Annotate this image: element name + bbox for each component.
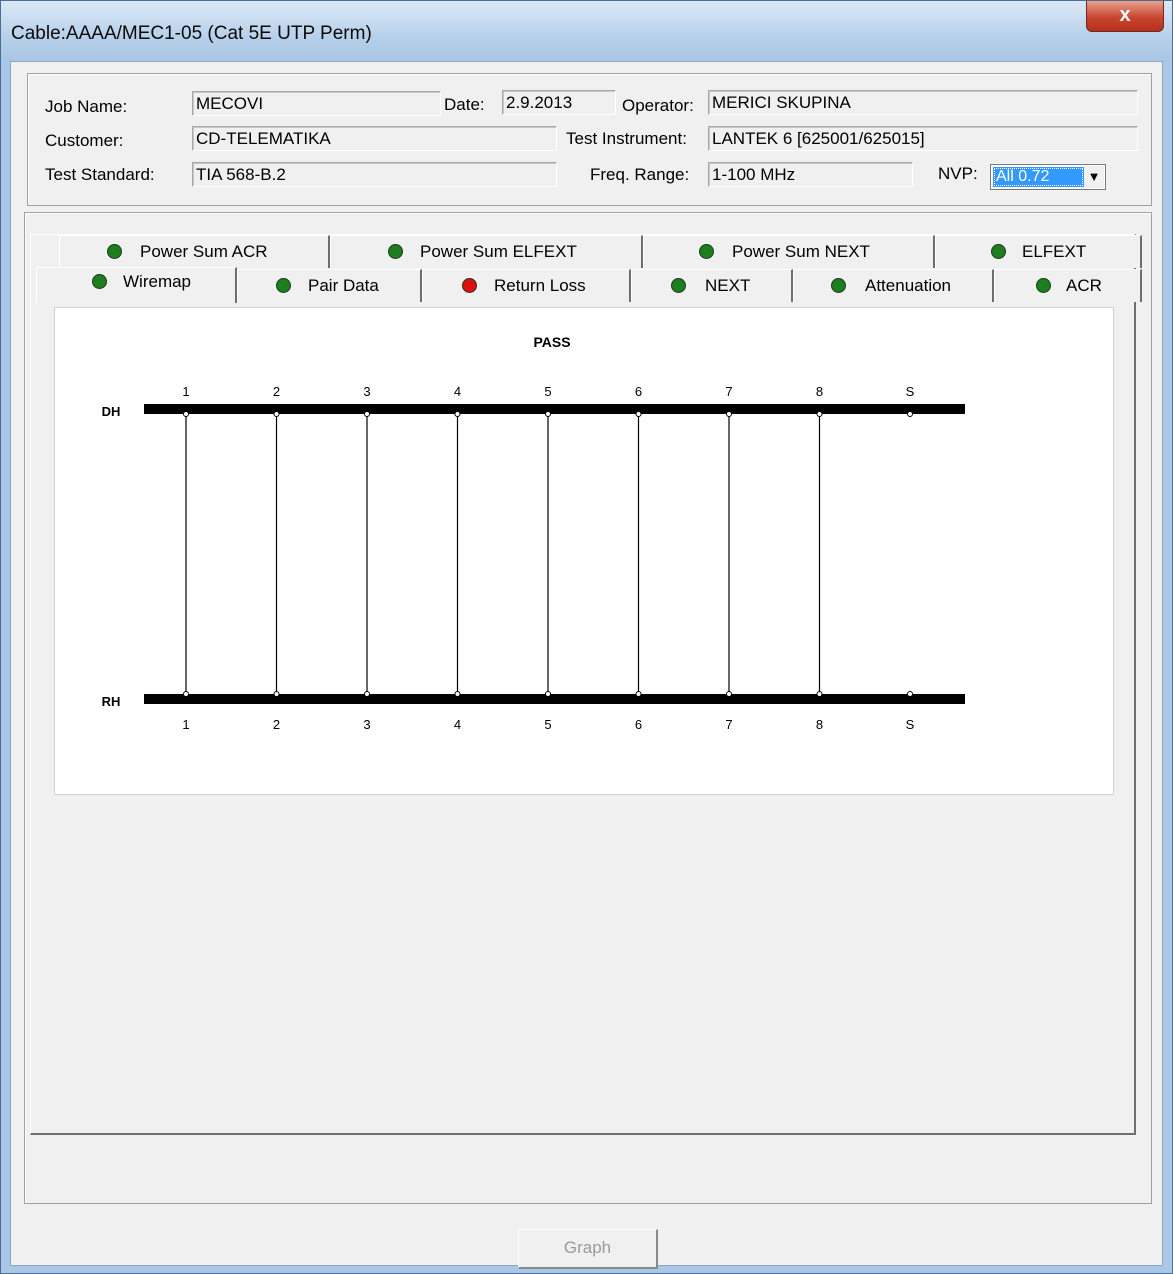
wiremap-diagram: PASS DH RH 1 1 2 2 3 3 4 4 5 5 6 6 7 7 8 8 S S bbox=[102, 334, 965, 732]
job-name-label: Job Name: bbox=[45, 97, 128, 116]
wiremap-pin-node-bottom bbox=[816, 691, 823, 697]
status-dot-icon bbox=[92, 274, 107, 289]
tab-acr[interactable]: ACR bbox=[994, 269, 1142, 302]
status-dot-icon bbox=[699, 244, 714, 259]
graph-button[interactable]: Graph bbox=[518, 1229, 658, 1269]
wiremap-pin-node-bottom bbox=[635, 691, 642, 697]
tab-label: Attenuation bbox=[865, 276, 952, 295]
status-dot-icon bbox=[991, 244, 1006, 259]
customer-label: Customer: bbox=[45, 131, 124, 150]
date-label: Date: bbox=[444, 95, 485, 114]
wiremap-panel: PASS DH RH 1 1 2 2 3 3 4 4 5 5 6 6 7 7 8 8 S S bbox=[54, 307, 1114, 795]
status-dot-icon bbox=[1036, 278, 1051, 293]
wiremap-pin-node-bottom bbox=[273, 691, 280, 697]
tab-power-sum-elfext[interactable]: Power Sum ELFEXT bbox=[330, 235, 643, 268]
tab-label: ACR bbox=[1066, 276, 1102, 295]
wiremap-pin-label-bottom: 7 bbox=[725, 717, 732, 732]
wiremap-pin-label-top: 5 bbox=[544, 384, 551, 399]
test-standard-label: Test Standard: bbox=[45, 165, 155, 184]
wiremap-pin-node-bottom bbox=[545, 691, 551, 697]
wiremap-pin-node-top bbox=[454, 411, 461, 417]
wiremap-pin-node-top bbox=[816, 411, 823, 417]
customer-field: CD-TELEMATIKA bbox=[192, 126, 557, 151]
status-dot-icon bbox=[388, 244, 403, 259]
tab-elfext[interactable]: ELFEXT bbox=[935, 235, 1142, 268]
freq-range-field: 1-100 MHz bbox=[708, 162, 913, 187]
wiremap-result: PASS bbox=[533, 334, 570, 350]
tab-power-sum-acr[interactable]: Power Sum ACR bbox=[59, 235, 330, 268]
tab-wiremap[interactable]: Wiremap bbox=[36, 267, 237, 303]
wiremap-pin-label-bottom: 2 bbox=[273, 717, 280, 732]
wiremap-pin-label-bottom: 3 bbox=[363, 717, 370, 732]
wiremap-pin-label-top: 1 bbox=[182, 384, 189, 399]
cable-info-panel: Job Name: MECOVI Date: 2.9.2013 Operator… bbox=[27, 73, 1152, 206]
tab-label: Pair Data bbox=[308, 276, 379, 295]
wiremap-pin-label-bottom: 4 bbox=[454, 717, 461, 732]
wiremap-top-bar bbox=[144, 404, 965, 414]
window-title: Cable:AAAA/MEC1-05 (Cat 5E UTP Perm) bbox=[11, 23, 372, 44]
tab-pair-data[interactable]: Pair Data bbox=[237, 269, 422, 302]
wiremap-pin-node-top bbox=[635, 411, 642, 417]
wiremap-pin-node-top bbox=[364, 411, 370, 417]
nvp-label: NVP: bbox=[938, 164, 978, 183]
main-window: Cable:AAAA/MEC1-05 (Cat 5E UTP Perm) x J… bbox=[0, 0, 1173, 1274]
freq-range-label: Freq. Range: bbox=[590, 165, 690, 184]
wiremap-pin-node-bottom bbox=[907, 691, 913, 697]
wiremap-pin-label-bottom: S bbox=[906, 717, 915, 732]
wiremap-pin-node-bottom bbox=[183, 691, 189, 697]
nvp-select[interactable]: All 0.72 ▼ bbox=[990, 164, 1106, 190]
test-instrument-label: Test Instrument: bbox=[566, 129, 687, 148]
status-dot-icon bbox=[107, 244, 122, 259]
wiremap-pin-node-top bbox=[183, 411, 189, 417]
chevron-down-icon[interactable]: ▼ bbox=[1084, 166, 1104, 188]
operator-field: MERICI SKUPINA bbox=[708, 90, 1138, 115]
job-name-field: MECOVI bbox=[192, 91, 441, 116]
wiremap-pin-node-top bbox=[907, 411, 913, 417]
wiremap-pin-node-bottom bbox=[364, 691, 370, 697]
wiremap-bottom-label: RH bbox=[102, 694, 121, 709]
wiremap-pin-label-top: 8 bbox=[816, 384, 823, 399]
wiremap-pin-label-bottom: 1 bbox=[182, 717, 189, 732]
wiremap-pin-label-top: 6 bbox=[635, 384, 642, 399]
wiremap-pin-node-top bbox=[545, 411, 551, 417]
wiremap-pin-label-top: 3 bbox=[363, 384, 370, 399]
title-bar[interactable]: Cable:AAAA/MEC1-05 (Cat 5E UTP Perm) x bbox=[1, 1, 1172, 61]
tab-label: Power Sum ELFEXT bbox=[420, 242, 577, 261]
nvp-selected-value: All 0.72 bbox=[993, 167, 1084, 187]
wiremap-top-label: DH bbox=[102, 404, 121, 419]
close-button[interactable]: x bbox=[1086, 1, 1164, 32]
date-field: 2.9.2013 bbox=[502, 90, 616, 115]
status-dot-icon bbox=[276, 278, 291, 293]
wiremap-pin-label-bottom: 8 bbox=[816, 717, 823, 732]
test-standard-field: TIA 568-B.2 bbox=[192, 162, 557, 187]
wiremap-pin-node-bottom bbox=[454, 691, 461, 697]
tab-power-sum-next[interactable]: Power Sum NEXT bbox=[643, 235, 935, 268]
wiremap-pin-label-top: 4 bbox=[454, 384, 461, 399]
wiremap-pin-label-top: S bbox=[906, 384, 915, 399]
test-instrument-field: LANTEK 6 [625001/625015] bbox=[708, 126, 1138, 151]
tab-return-loss[interactable]: Return Loss bbox=[422, 269, 631, 302]
operator-label: Operator: bbox=[622, 96, 694, 115]
wiremap-bottom-bar bbox=[144, 694, 965, 704]
wiremap-pin-label-top: 2 bbox=[273, 384, 280, 399]
tab-label: ELFEXT bbox=[1022, 242, 1087, 261]
status-dot-icon bbox=[462, 278, 477, 293]
tab-label: Return Loss bbox=[494, 276, 586, 295]
wiremap-pin-node-top bbox=[273, 411, 280, 417]
wiremap-pin-label-bottom: 6 bbox=[635, 717, 642, 732]
status-dot-icon bbox=[671, 278, 686, 293]
close-icon: x bbox=[1119, 4, 1131, 26]
tab-attenuation[interactable]: Attenuation bbox=[793, 269, 994, 302]
wiremap-pin-node-top bbox=[726, 411, 732, 417]
wiremap-pin-label-top: 7 bbox=[725, 384, 732, 399]
tab-next[interactable]: NEXT bbox=[631, 269, 793, 302]
tab-label: Wiremap bbox=[123, 272, 192, 291]
tab-label: Power Sum ACR bbox=[140, 242, 268, 261]
wiremap-pin-node-bottom bbox=[726, 691, 732, 697]
tab-label: NEXT bbox=[705, 276, 751, 295]
tab-label: Power Sum NEXT bbox=[732, 242, 870, 261]
wiremap-pin-label-bottom: 5 bbox=[544, 717, 551, 732]
status-dot-icon bbox=[831, 278, 846, 293]
